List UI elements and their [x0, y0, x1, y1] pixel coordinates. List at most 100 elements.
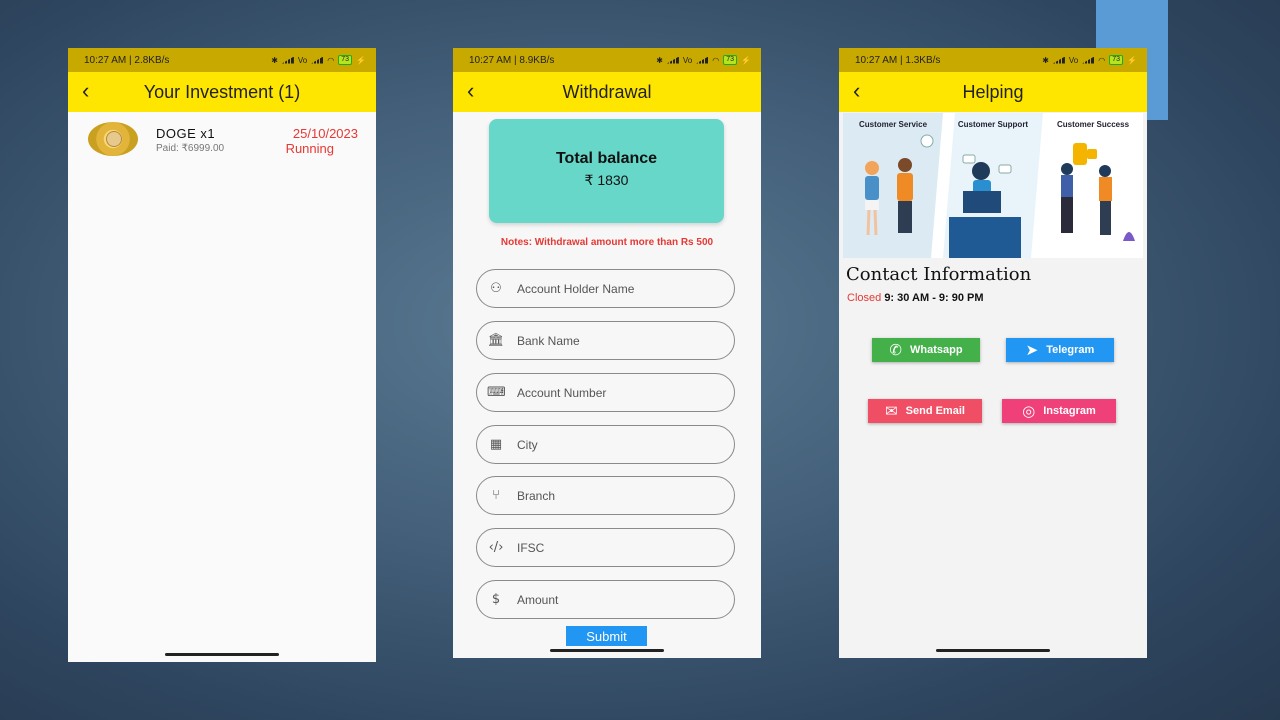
wifi-icon: ◠ [1098, 55, 1106, 65]
signal-icon [281, 56, 294, 64]
wifi-icon: ◠ [712, 55, 720, 65]
customer-service-label: Customer Service [858, 120, 928, 129]
account-number-field[interactable]: ⌨ [476, 373, 735, 412]
back-arrow-icon[interactable]: ‹ [467, 80, 474, 102]
branch-field[interactable]: ⑂ [476, 476, 735, 515]
home-indicator[interactable] [165, 653, 279, 656]
bluetooth-icon: ✱ [271, 55, 278, 65]
keyboard-icon: ⌨ [487, 385, 506, 400]
home-indicator[interactable] [550, 649, 664, 652]
instagram-label: Instagram [1043, 405, 1096, 417]
branch-input[interactable] [515, 487, 719, 504]
account-holder-name-input[interactable] [515, 280, 719, 297]
code-icon: ‹/› [488, 540, 504, 555]
instagram-button[interactable]: ◎ Instagram [1002, 399, 1116, 423]
wifi-icon: ◠ [327, 55, 335, 65]
instagram-icon: ◎ [1022, 402, 1036, 420]
balance-value: ₹ 1830 [584, 172, 629, 188]
city-input[interactable] [515, 436, 719, 453]
home-indicator[interactable] [936, 649, 1050, 652]
status-time: 10:27 AM | 1.3KB/s [855, 54, 941, 66]
person-icon: ⚇ [490, 281, 502, 296]
investment-name: DOGE x1 [156, 126, 216, 141]
whatsapp-label: Whatsapp [910, 344, 963, 356]
battery-icon: 73 [1109, 55, 1124, 65]
status-time: 10:27 AM | 8.9KB/s [469, 54, 555, 66]
status-icons: ✱ Vo ◠ 73 ⚡ [271, 55, 366, 65]
back-arrow-icon[interactable]: ‹ [853, 80, 860, 102]
customer-support-label: Customer Support [957, 120, 1029, 129]
hours-value: 9: 30 AM - 9: 90 PM [884, 292, 984, 304]
signal-icon-2 [696, 56, 709, 64]
telegram-button[interactable]: ➤ Telegram [1006, 338, 1114, 362]
send-email-button[interactable]: ✉ Send Email [868, 399, 982, 423]
telegram-label: Telegram [1046, 344, 1095, 356]
investment-list-item[interactable]: DOGE x1 Paid: ₹6999.00 25/10/2023 Runnin… [68, 112, 376, 170]
bank-name-input[interactable] [515, 332, 719, 349]
signal-icon [1052, 56, 1065, 64]
charging-icon: ⚡ [741, 55, 751, 65]
amount-field[interactable]: $ [476, 580, 735, 619]
ifsc-field[interactable]: ‹/› [476, 528, 735, 567]
signal-icon-2 [1082, 56, 1095, 64]
back-arrow-icon[interactable]: ‹ [82, 80, 89, 102]
ifsc-input[interactable] [515, 539, 719, 556]
status-bar: 10:27 AM | 8.9KB/s ✱ Vo ◠ 73 ⚡ [453, 48, 761, 72]
telegram-icon: ➤ [1025, 341, 1039, 359]
app-bar: ‹ Withdrawal [453, 72, 761, 112]
balance-label: Total balance [555, 150, 658, 167]
investment-screen: 10:27 AM | 2.8KB/s ✱ Vo ◠ 73 ⚡ ‹ Your In… [68, 48, 376, 662]
whatsapp-button[interactable]: ✆ Whatsapp [872, 338, 980, 362]
page-title: Helping [962, 81, 1024, 102]
send-email-label: Send Email [905, 405, 965, 417]
app-bar: ‹ Helping [839, 72, 1147, 112]
withdrawal-notes: Notes: Withdrawal amount more than Rs 50… [500, 237, 714, 248]
dollar-icon: $ [491, 592, 501, 607]
closed-label: Closed [847, 292, 882, 304]
customer-success-illustration [1061, 143, 1135, 241]
helping-screen: 10:27 AM | 1.3KB/s ✱ Vo ◠ 73 ⚡ ‹ Helping… [839, 48, 1147, 658]
submit-button[interactable]: Submit [566, 626, 647, 646]
withdrawal-screen: 10:27 AM | 8.9KB/s ✱ Vo ◠ 73 ⚡ ‹ Withdra… [453, 48, 761, 658]
customer-support-illustration [949, 154, 1021, 258]
customer-success-panel: Customer Success [1043, 113, 1143, 258]
volte-icon: Vo [297, 55, 308, 65]
customer-service-illustration [865, 134, 934, 236]
battery-icon: 73 [338, 55, 353, 65]
battery-icon: 73 [723, 55, 738, 65]
status-bar: 10:27 AM | 1.3KB/s ✱ Vo ◠ 73 ⚡ [839, 48, 1147, 72]
signal-icon [666, 56, 679, 64]
building-icon: ▦ [489, 437, 503, 452]
status-time: 10:27 AM | 2.8KB/s [84, 54, 170, 66]
volte-icon: Vo [1068, 55, 1079, 65]
amount-input[interactable] [515, 591, 719, 608]
app-bar: ‹ Your Investment (1) [68, 72, 376, 112]
customer-service-panel: Customer Service [843, 113, 943, 258]
customer-support-panel: Customer Support [943, 113, 1043, 258]
investment-paid: Paid: ₹6999.00 [156, 143, 225, 154]
branch-icon: ⑂ [492, 488, 500, 503]
bluetooth-icon: ✱ [1042, 55, 1049, 65]
customer-care-banner: Customer Service Customer Support Custom… [843, 113, 1143, 258]
city-field[interactable]: ▦ [476, 425, 735, 464]
doge-coin-icon [88, 122, 138, 156]
contact-information-heading: Contact Information [846, 264, 1032, 285]
account-holder-name-field[interactable]: ⚇ [476, 269, 735, 308]
customer-success-label: Customer Success [1056, 120, 1130, 129]
account-number-input[interactable] [515, 384, 719, 401]
bank-icon: 🏛 [487, 333, 505, 348]
page-title: Withdrawal [562, 81, 652, 102]
investment-date: 25/10/2023 [292, 126, 358, 141]
whatsapp-icon: ✆ [889, 341, 902, 359]
page-title: Your Investment (1) [143, 81, 301, 102]
balance-card: Total balance ₹ 1830 [489, 119, 724, 223]
email-icon: ✉ [885, 402, 898, 420]
charging-icon: ⚡ [1127, 55, 1137, 65]
investment-status: Running [285, 141, 334, 156]
business-hours: Closed 9: 30 AM - 9: 90 PM [847, 292, 984, 304]
signal-icon-2 [311, 56, 324, 64]
bank-name-field[interactable]: 🏛 [476, 321, 735, 360]
bluetooth-icon: ✱ [656, 55, 663, 65]
charging-icon: ⚡ [356, 55, 366, 65]
status-bar: 10:27 AM | 2.8KB/s ✱ Vo ◠ 73 ⚡ [68, 48, 376, 72]
